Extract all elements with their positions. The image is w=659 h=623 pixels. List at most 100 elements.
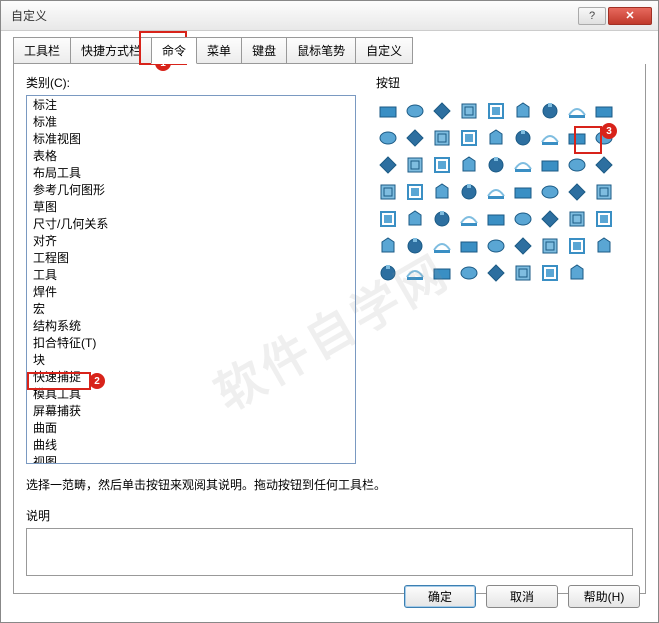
box-icon[interactable] (457, 99, 481, 123)
3d-icon[interactable] (457, 261, 481, 285)
wav-icon[interactable] (511, 234, 535, 258)
arr-icon[interactable] (592, 234, 616, 258)
cube3-icon[interactable] (376, 234, 400, 258)
tab-3[interactable]: 菜单 (196, 37, 242, 64)
box3-icon[interactable] (511, 261, 535, 285)
arc-icon[interactable] (538, 153, 562, 177)
list-item[interactable]: 标准 (27, 114, 355, 131)
loft-icon[interactable] (376, 126, 400, 150)
wcube-icon[interactable] (457, 126, 481, 150)
arc2-icon[interactable] (565, 153, 589, 177)
clip-icon[interactable] (484, 207, 508, 231)
brk2-icon[interactable] (484, 234, 508, 258)
tree-icon[interactable] (592, 207, 616, 231)
list-item[interactable]: 快速捕捉 (27, 369, 355, 386)
box4-icon[interactable] (538, 261, 562, 285)
wire-icon[interactable] (511, 126, 535, 150)
cut-icon[interactable] (430, 153, 454, 177)
list-item[interactable]: 视图 (27, 454, 355, 464)
bcube-icon[interactable] (484, 126, 508, 150)
customize-dialog: 自定义 ? ✕ 工具栏快捷方式栏命令菜单键盘鼠标笔势自定义 类别(C): 标注标… (0, 0, 659, 623)
rot-icon[interactable] (511, 153, 535, 177)
pat-icon[interactable] (430, 207, 454, 231)
list-item[interactable]: 扣合特征(T) (27, 335, 355, 352)
dim-icon[interactable] (511, 180, 535, 204)
cube4-icon[interactable] (403, 234, 427, 258)
hemi-icon[interactable] (592, 153, 616, 177)
list-item[interactable]: 结构系统 (27, 318, 355, 335)
cube-icon[interactable] (511, 99, 535, 123)
mcube-icon[interactable] (457, 180, 481, 204)
list-item[interactable]: 工具 (27, 267, 355, 284)
bcube3-icon[interactable] (430, 234, 454, 258)
ok-button[interactable]: 确定 (404, 585, 476, 608)
tab-2[interactable]: 命令 (151, 37, 197, 64)
brk-icon[interactable] (457, 234, 481, 258)
mm-icon[interactable] (538, 207, 562, 231)
badge-icon[interactable] (403, 99, 427, 123)
knit-icon[interactable] (403, 153, 427, 177)
round-icon[interactable] (376, 153, 400, 177)
list-item[interactable]: 标注 (27, 97, 355, 114)
brush-icon[interactable] (565, 234, 589, 258)
block-icon[interactable] (565, 99, 589, 123)
tbox-icon[interactable] (484, 153, 508, 177)
help-button[interactable]: ? (578, 7, 606, 25)
cyl-icon[interactable] (430, 99, 454, 123)
list-item[interactable]: 尺寸/几何关系 (27, 216, 355, 233)
close-button[interactable]: ✕ (608, 7, 652, 25)
gcube-icon[interactable] (484, 180, 508, 204)
help-dialog-button[interactable]: 帮助(H) (568, 585, 640, 608)
list-item[interactable]: 布局工具 (27, 165, 355, 182)
list-item[interactable]: 参考几何图形 (27, 182, 355, 199)
list-item[interactable]: 草图 (27, 199, 355, 216)
eye-icon[interactable] (538, 234, 562, 258)
command-icon-grid (376, 95, 633, 285)
tab-5[interactable]: 鼠标笔势 (286, 37, 356, 64)
grid2-icon[interactable] (376, 261, 400, 285)
chk-icon[interactable] (403, 261, 427, 285)
list-item[interactable]: 模具工具 (27, 386, 355, 403)
sm-icon[interactable] (565, 207, 589, 231)
brick-icon[interactable] (538, 99, 562, 123)
marker-2-badge: 2 (89, 373, 105, 389)
rib-icon[interactable] (592, 99, 616, 123)
sweep-icon[interactable] (403, 126, 427, 150)
move-icon[interactable] (403, 207, 427, 231)
box5-icon[interactable] (565, 261, 589, 285)
list-item[interactable]: 对齐 (27, 233, 355, 250)
crown-icon[interactable] (376, 180, 400, 204)
tab-0[interactable]: 工具栏 (13, 37, 71, 64)
list-item[interactable]: 块 (27, 352, 355, 369)
list-item[interactable]: 曲面 (27, 420, 355, 437)
marker-3-badge: 3 (601, 123, 617, 139)
ruler-icon[interactable] (538, 180, 562, 204)
bird-icon[interactable] (376, 99, 400, 123)
box2-icon[interactable] (484, 261, 508, 285)
list-item[interactable]: 焊件 (27, 284, 355, 301)
pbox-icon[interactable] (565, 180, 589, 204)
mir-icon[interactable] (457, 207, 481, 231)
list-item[interactable]: 标准视图 (27, 131, 355, 148)
grid-icon[interactable] (430, 261, 454, 285)
cham-icon[interactable] (403, 180, 427, 204)
list-item[interactable]: 表格 (27, 148, 355, 165)
cbox-icon[interactable] (592, 180, 616, 204)
shell-icon[interactable] (565, 126, 589, 150)
tab-6[interactable]: 自定义 (355, 37, 413, 64)
tab-4[interactable]: 键盘 (241, 37, 287, 64)
cancel-button[interactable]: 取消 (486, 585, 558, 608)
categories-listbox[interactable]: 标注标准标准视图表格布局工具参考几何图形草图尺寸/几何关系对齐工程图工具焊件宏结… (26, 95, 356, 464)
wrap-icon[interactable] (538, 126, 562, 150)
list-item[interactable]: 宏 (27, 301, 355, 318)
bcube2-icon[interactable] (430, 180, 454, 204)
plane-icon[interactable] (484, 99, 508, 123)
grp-icon[interactable] (511, 207, 535, 231)
tab-1[interactable]: 快捷方式栏 (70, 37, 152, 64)
drop-icon[interactable] (430, 126, 454, 150)
scale-icon[interactable] (376, 207, 400, 231)
list-item[interactable]: 屏幕捕获 (27, 403, 355, 420)
list-item[interactable]: 曲线 (27, 437, 355, 454)
list-item[interactable]: 工程图 (27, 250, 355, 267)
ocube-icon[interactable] (457, 153, 481, 177)
